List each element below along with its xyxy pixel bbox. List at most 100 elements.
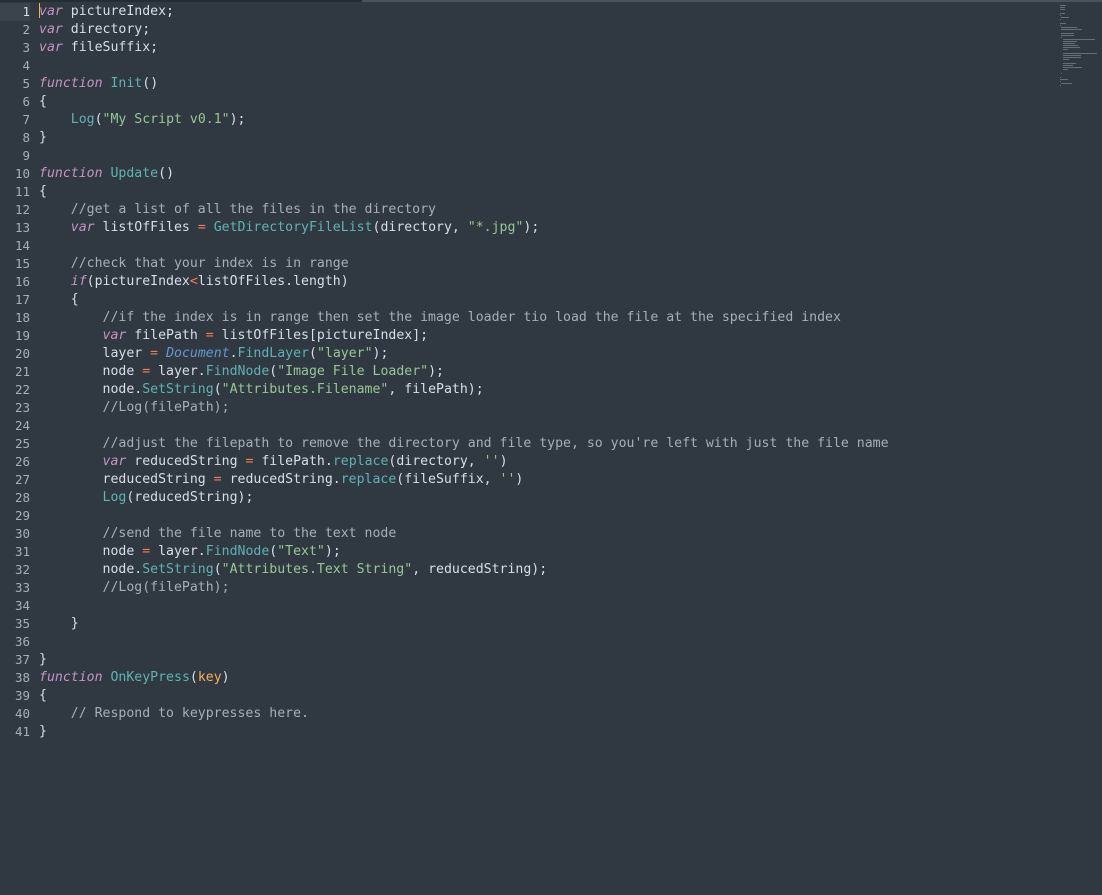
code-line[interactable]: //Log(filePath); <box>39 579 1049 597</box>
code-line[interactable]: var fileSuffix; <box>39 39 1049 57</box>
minimap[interactable] <box>1060 3 1102 93</box>
minimap-line <box>1062 39 1096 40</box>
code-token: { <box>39 292 79 307</box>
code-line[interactable]: } <box>39 723 1049 741</box>
code-line[interactable]: { <box>39 183 1049 201</box>
line-number: 14 <box>14 238 30 253</box>
minimap-line <box>1061 35 1074 36</box>
code-token: reducedString <box>126 454 246 469</box>
code-line[interactable]: node.SetString("Attributes.Text String",… <box>39 561 1049 579</box>
code-token: directory; <box>62 22 151 37</box>
minimap-line <box>1061 83 1072 84</box>
code-editor[interactable]: var pictureIndex; var directory; var fileS… <box>39 3 1049 741</box>
code-line[interactable] <box>39 633 1049 651</box>
line-number: 2 <box>22 22 30 37</box>
active-tab-indicator[interactable] <box>0 0 362 2</box>
code-line[interactable]: layer = Document.FindLayer("layer"); <box>39 345 1049 363</box>
line-number: 15 <box>14 256 30 271</box>
minimap-line <box>1061 17 1070 18</box>
line-number: 22 <box>14 382 30 397</box>
code-line[interactable]: //send the file name to the text node <box>39 525 1049 543</box>
line-number: 3 <box>22 40 30 55</box>
code-line[interactable]: reducedString = reducedString.replace(fi… <box>39 471 1049 489</box>
code-token: node. <box>39 562 143 577</box>
line-number: 9 <box>22 148 30 163</box>
minimap-line <box>1061 29 1083 30</box>
line-number: 20 <box>14 346 30 361</box>
code-line[interactable]: //if the index is in range then set the … <box>39 309 1049 327</box>
code-line[interactable]: function Init() <box>39 75 1049 93</box>
code-line[interactable] <box>39 597 1049 615</box>
line-number: 13 <box>14 220 30 235</box>
code-token: replace <box>332 454 389 469</box>
line-number: 16 <box>14 274 30 289</box>
code-token: = <box>142 544 151 559</box>
code-token: } <box>39 652 47 667</box>
line-number: 21 <box>14 364 30 379</box>
code-line[interactable]: function OnKeyPress(key) <box>39 669 1049 687</box>
line-number: 37 <box>14 652 30 667</box>
code-token: (directory, <box>372 220 468 235</box>
code-token: //Log(filePath); <box>102 580 230 595</box>
code-line[interactable] <box>39 57 1049 75</box>
code-token: listOfFiles.length) <box>197 274 349 289</box>
line-number: 36 <box>14 634 30 649</box>
code-line[interactable]: //check that your index is in range <box>39 255 1049 273</box>
code-line[interactable]: Log(reducedString); <box>39 489 1049 507</box>
code-token: SetString <box>142 382 214 397</box>
code-line[interactable]: if(pictureIndex<listOfFiles.length) <box>39 273 1049 291</box>
code-line[interactable]: } <box>39 651 1049 669</box>
code-token: // Respond to keypresses here. <box>70 706 309 721</box>
code-line[interactable]: // Respond to keypresses here. <box>39 705 1049 723</box>
line-number: 11 <box>14 184 30 199</box>
code-line[interactable]: var pictureIndex; <box>39 3 1049 21</box>
code-line[interactable]: var reducedString = filePath.replace(dir… <box>39 453 1049 471</box>
line-number: 39 <box>14 688 30 703</box>
code-line[interactable]: //Log(filePath); <box>39 399 1049 417</box>
code-token: ); <box>324 544 341 559</box>
code-line[interactable]: } <box>39 615 1049 633</box>
code-line[interactable]: { <box>39 687 1049 705</box>
code-line[interactable] <box>39 147 1049 165</box>
code-line[interactable]: node.SetString("Attributes.Filename", fi… <box>39 381 1049 399</box>
code-line[interactable]: node = layer.FindNode("Text"); <box>39 543 1049 561</box>
code-line[interactable]: function Update() <box>39 165 1049 183</box>
code-token: //get a list of all the files in the dir… <box>70 202 436 217</box>
code-line[interactable] <box>39 507 1049 525</box>
code-token: ); <box>372 346 389 361</box>
minimap-line <box>1062 41 1078 42</box>
line-number: 29 <box>14 508 30 523</box>
code-token: (directory, <box>388 454 484 469</box>
code-line[interactable]: var filePath = listOfFiles[pictureIndex]… <box>39 327 1049 345</box>
code-line[interactable]: var directory; <box>39 21 1049 39</box>
line-number: 38 <box>14 670 30 685</box>
code-token: Document <box>166 346 230 361</box>
code-line[interactable]: var listOfFiles = GetDirectoryFileList(d… <box>39 219 1049 237</box>
code-line[interactable] <box>39 417 1049 435</box>
line-number: 18 <box>14 310 30 325</box>
code-token: "layer" <box>316 346 373 361</box>
code-token: reducedString <box>39 472 214 487</box>
code-token: ); <box>428 364 444 379</box>
code-token: "Attributes.Text String" <box>221 562 413 577</box>
line-number: 40 <box>14 706 30 721</box>
code-line[interactable] <box>39 237 1049 255</box>
code-line[interactable]: { <box>39 291 1049 309</box>
code-line[interactable]: { <box>39 93 1049 111</box>
line-number: 10 <box>14 166 30 181</box>
code-token: layer. <box>150 544 206 559</box>
code-token: = <box>213 472 222 487</box>
code-token: var <box>102 454 127 469</box>
line-number: 34 <box>14 598 30 613</box>
code-token: //send the file name to the text node <box>102 526 397 541</box>
code-token: , reducedString); <box>412 562 548 577</box>
code-line[interactable]: //get a list of all the files in the dir… <box>39 201 1049 219</box>
code-line[interactable]: } <box>39 129 1049 147</box>
code-line[interactable]: Log("My Script v0.1"); <box>39 111 1049 129</box>
code-line[interactable]: node = layer.FindNode("Image File Loader… <box>39 363 1049 381</box>
code-token: { <box>39 184 47 199</box>
code-line[interactable]: //adjust the filepath to remove the dire… <box>39 435 1049 453</box>
code-token: { <box>39 94 47 109</box>
code-token: GetDirectoryFileList <box>213 220 373 235</box>
